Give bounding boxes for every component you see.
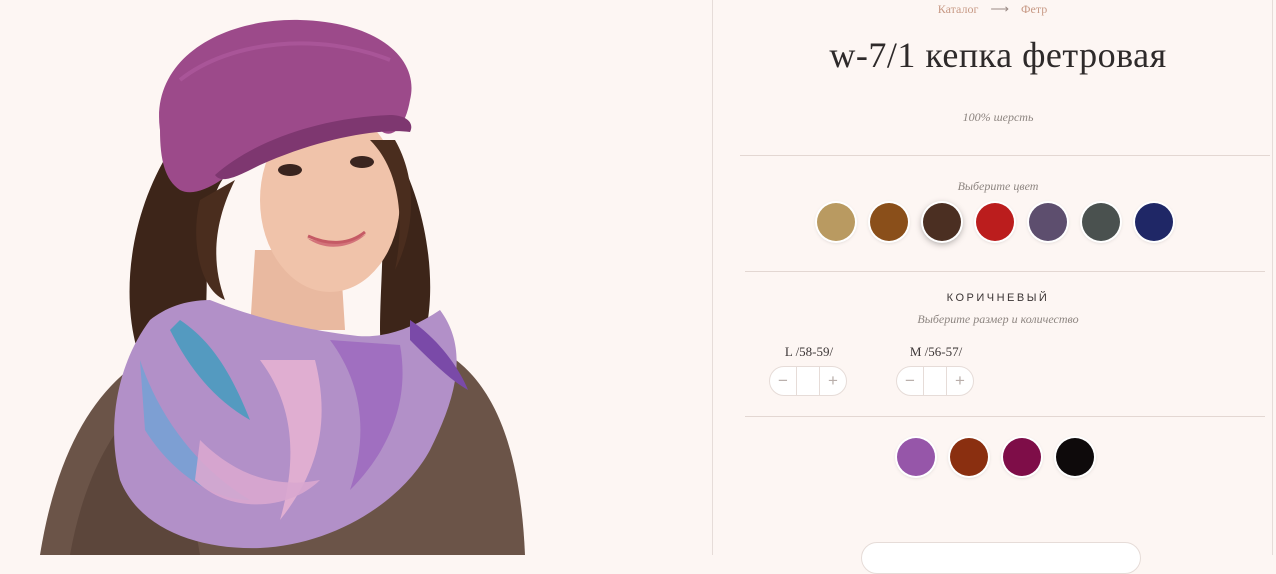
add-to-cart-button[interactable] [861,542,1141,574]
panel-border [1272,0,1273,555]
product-title: w-7/1 кепка фетровая [829,35,1167,75]
divider [745,271,1265,272]
color-prompt: Выберите цвет [957,179,1039,193]
breadcrumb-arrow-icon: ⟶ [990,1,1010,16]
increment-button[interactable]: + [820,371,846,391]
size-option-m: M /56-57/ − + [896,344,976,396]
related-color-swatch[interactable] [897,438,935,476]
size-prompt: Выберите размер и количество [917,312,1079,326]
color-swatch-list [817,203,1188,241]
breadcrumb-category-link[interactable]: Фетр [1021,2,1047,16]
related-color-swatch[interactable] [1056,438,1094,476]
color-swatch[interactable] [817,203,855,241]
color-swatch[interactable] [1135,203,1173,241]
color-swatch[interactable] [976,203,1014,241]
decrement-button[interactable]: − [770,371,796,391]
divider [740,155,1270,156]
increment-button[interactable]: + [947,371,973,391]
selected-color-name: КОРИЧНЕВЫЙ [946,292,1050,304]
divider [745,416,1265,417]
breadcrumb: Каталог ⟶ Фетр [713,1,1272,17]
size-label: M /56-57/ [909,344,963,359]
color-swatch[interactable] [1029,203,1067,241]
color-swatch[interactable] [1082,203,1120,241]
breadcrumb-catalog-link[interactable]: Каталог [938,2,979,16]
size-label: L /58-59/ [784,344,834,359]
product-material: 100% шерсть [962,110,1034,124]
related-color-swatch[interactable] [950,438,988,476]
related-color-swatch-list [897,438,1109,476]
decrement-button[interactable]: − [897,371,923,391]
model-photo [40,19,525,555]
quantity-stepper: − + [769,366,847,396]
product-photo [0,0,712,555]
quantity-input[interactable] [923,367,947,395]
quantity-input[interactable] [796,367,820,395]
related-color-swatch[interactable] [1003,438,1041,476]
color-swatch[interactable] [870,203,908,241]
size-option-l: L /58-59/ − + [769,344,849,396]
quantity-stepper: − + [896,366,974,396]
product-panel: Каталог ⟶ Фетр w-7/1 кепка фетровая 100% ш… [713,0,1272,574]
color-swatch[interactable] [923,203,961,241]
